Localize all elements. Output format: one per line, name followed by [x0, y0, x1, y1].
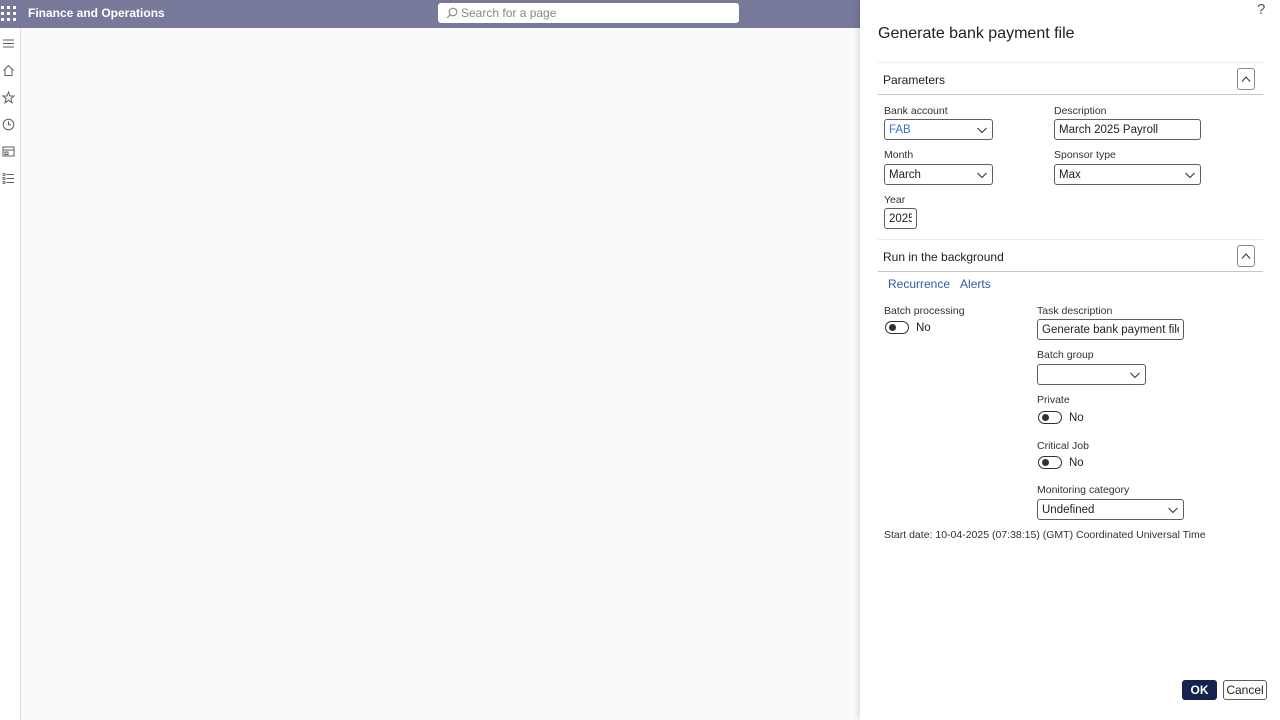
- list-icon[interactable]: [0, 170, 16, 186]
- hamburger-icon[interactable]: [0, 35, 16, 51]
- background-heading[interactable]: Run in the background: [883, 250, 1004, 264]
- waffle-icon[interactable]: [1, 4, 16, 22]
- sponsor-type-dropdown[interactable]: Max: [1054, 164, 1201, 185]
- parameters-heading[interactable]: Parameters: [883, 73, 945, 87]
- help-button[interactable]: ?: [1257, 1, 1265, 18]
- batch-processing-value: No: [916, 321, 931, 334]
- chevron-down-icon[interactable]: [1129, 371, 1141, 379]
- bank-account-value[interactable]: FAB: [889, 124, 976, 136]
- collapse-parameters-button[interactable]: [1237, 68, 1255, 90]
- chevron-down-icon[interactable]: [976, 126, 988, 134]
- batch-processing-toggle[interactable]: [885, 321, 909, 334]
- description-label: Description: [1054, 105, 1107, 117]
- parameters-section-header[interactable]: Parameters: [878, 62, 1263, 95]
- critical-job-value: No: [1069, 456, 1084, 469]
- description-field[interactable]: [1054, 119, 1201, 140]
- monitoring-category-dropdown[interactable]: Undefined: [1037, 499, 1184, 520]
- clock-icon[interactable]: [0, 116, 16, 132]
- search-input[interactable]: [461, 6, 721, 20]
- private-label: Private: [1037, 394, 1070, 406]
- batch-processing-row: No: [885, 321, 931, 334]
- start-date-text: Start date: 10-04-2025 (07:38:15) (GMT) …: [884, 529, 1206, 541]
- bank-account-label: Bank account: [884, 105, 948, 117]
- chevron-up-icon: [1241, 76, 1251, 82]
- description-input[interactable]: [1059, 123, 1196, 136]
- critical-job-label: Critical Job: [1037, 440, 1089, 452]
- chevron-down-icon[interactable]: [1184, 171, 1196, 179]
- sponsor-type-label: Sponsor type: [1054, 149, 1116, 161]
- critical-job-row: No: [1038, 456, 1084, 469]
- private-toggle[interactable]: [1038, 411, 1062, 424]
- sponsor-type-value[interactable]: Max: [1059, 169, 1184, 181]
- batch-group-label: Batch group: [1037, 349, 1094, 361]
- chevron-down-icon[interactable]: [976, 171, 988, 179]
- batch-processing-label: Batch processing: [884, 305, 965, 317]
- search-icon: [446, 7, 458, 19]
- ok-button[interactable]: OK: [1182, 680, 1217, 700]
- workspace-icon[interactable]: [0, 143, 16, 159]
- batch-group-dropdown[interactable]: [1037, 364, 1146, 385]
- left-navigation: [0, 28, 21, 720]
- monitoring-category-label: Monitoring category: [1037, 484, 1130, 496]
- month-value[interactable]: March: [889, 169, 976, 181]
- critical-job-toggle[interactable]: [1038, 456, 1062, 469]
- monitoring-category-value[interactable]: Undefined: [1042, 504, 1167, 516]
- dialog-title: Generate bank payment file: [878, 25, 1075, 42]
- task-description-input[interactable]: [1042, 323, 1179, 336]
- task-description-label: Task description: [1037, 305, 1113, 317]
- private-value: No: [1069, 411, 1084, 424]
- workspace-area: [22, 28, 860, 720]
- private-row: No: [1038, 411, 1084, 424]
- app-title[interactable]: Finance and Operations: [28, 6, 165, 20]
- chevron-down-icon[interactable]: [1167, 506, 1179, 514]
- year-field[interactable]: [884, 208, 917, 229]
- tab-alerts[interactable]: Alerts: [960, 277, 991, 291]
- cancel-button[interactable]: Cancel: [1223, 680, 1267, 700]
- star-icon[interactable]: [0, 89, 16, 105]
- home-icon[interactable]: [0, 62, 16, 78]
- task-description-field[interactable]: [1037, 319, 1184, 340]
- bank-account-dropdown[interactable]: FAB: [884, 119, 993, 140]
- background-tabs: Recurrence Alerts: [888, 277, 991, 291]
- chevron-up-icon: [1241, 253, 1251, 259]
- year-label: Year: [884, 194, 906, 206]
- background-section-header[interactable]: Run in the background: [878, 239, 1263, 272]
- month-dropdown[interactable]: March: [884, 164, 993, 185]
- top-bar: Finance and Operations: [0, 0, 860, 28]
- collapse-background-button[interactable]: [1237, 245, 1255, 267]
- search-box[interactable]: [438, 3, 739, 23]
- tab-recurrence[interactable]: Recurrence: [888, 277, 950, 291]
- year-input[interactable]: [889, 212, 912, 225]
- month-label: Month: [884, 149, 914, 161]
